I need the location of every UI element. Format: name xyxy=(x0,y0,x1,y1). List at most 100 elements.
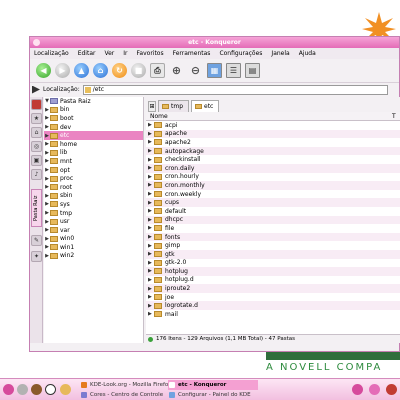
menu-favoritos[interactable]: Favoritos xyxy=(137,50,164,57)
home-folder-icon[interactable] xyxy=(60,384,71,395)
task-firefox[interactable]: KDE-Look.org - Mozilla Firefox xyxy=(80,380,171,390)
tree-item[interactable]: ▶ mnt xyxy=(44,157,143,166)
history-tab-icon[interactable]: ★ xyxy=(31,113,42,124)
zoom-in-icon[interactable]: ⊕ xyxy=(169,63,184,78)
tree-item[interactable]: ▶ root xyxy=(44,183,143,192)
tree-item-label: opt xyxy=(60,166,70,174)
file-row[interactable]: ▶ cron.hourly xyxy=(146,173,400,182)
tree-item[interactable]: ▶ home xyxy=(44,140,143,149)
star-tab-icon[interactable]: ✦ xyxy=(31,251,42,262)
file-row[interactable]: ▶ apache xyxy=(146,129,400,139)
file-row[interactable]: ▶ logrotate.d xyxy=(146,301,400,311)
tray-icon[interactable] xyxy=(352,384,363,395)
kmenu-icon[interactable] xyxy=(3,384,14,395)
menu-configuracoes[interactable]: Configurações xyxy=(219,50,262,57)
bookmarks-tab-icon[interactable] xyxy=(31,99,42,110)
services-tab-icon[interactable]: ♪ xyxy=(31,169,42,180)
tree-item[interactable]: ▶ bin xyxy=(44,106,143,115)
tree-root[interactable]: ▼ Pasta Raiz xyxy=(44,97,143,106)
column-type[interactable]: T xyxy=(392,113,400,120)
menu-ajuda[interactable]: Ajuda xyxy=(299,50,316,57)
tree-item[interactable]: ▶ win0 xyxy=(44,235,143,244)
column-header: Nome T xyxy=(146,112,400,121)
tree-item[interactable]: ▶ var xyxy=(44,226,143,235)
menu-localizacao[interactable]: Localização xyxy=(34,50,69,57)
tux-icon[interactable] xyxy=(45,384,56,395)
tree-item[interactable]: ▶ opt xyxy=(44,166,143,175)
browser-launcher-icon[interactable] xyxy=(31,384,42,395)
file-row[interactable]: ▶ gimp xyxy=(146,241,400,250)
media-tab-icon[interactable]: ✎ xyxy=(31,235,42,246)
tree-item[interactable]: ▶ tmp xyxy=(44,209,143,218)
file-row[interactable]: ▶ cups xyxy=(146,198,400,207)
file-row[interactable]: ▶ gtk-2.0 xyxy=(146,259,400,268)
tab-tmp[interactable]: tmp xyxy=(158,100,190,112)
file-row[interactable]: ▶ cron.weekly xyxy=(146,190,400,199)
tree-item[interactable]: ▶ sys xyxy=(44,200,143,209)
file-row[interactable]: ▶ dhcpc xyxy=(146,215,400,225)
task-konqueror[interactable]: etc - Konqueror xyxy=(168,380,258,390)
file-row[interactable]: ▶ checkinstall xyxy=(146,155,400,164)
file-row[interactable]: ▶ mail xyxy=(146,310,400,318)
file-row[interactable]: ▶ default xyxy=(146,207,400,216)
tree-item[interactable]: ▶ boot xyxy=(44,114,143,123)
file-row[interactable]: ▶ cron.daily xyxy=(146,163,400,173)
tree-item[interactable]: ▶ proc xyxy=(44,174,143,183)
tree-item[interactable]: ▶ win1 xyxy=(44,243,143,252)
show-desktop-icon[interactable] xyxy=(17,384,28,395)
up-button[interactable]: ▲ xyxy=(74,63,89,78)
file-name: apache2 xyxy=(165,138,191,146)
folder-icon xyxy=(154,165,162,172)
print-button[interactable]: ⎙ xyxy=(150,63,165,78)
file-row[interactable]: ▶ apache2 xyxy=(146,138,400,147)
zoom-out-icon[interactable]: ⊖ xyxy=(188,63,203,78)
title-bar[interactable]: etc - Konqueror xyxy=(30,37,399,48)
folder-icon xyxy=(50,141,58,148)
folder-icon xyxy=(154,242,162,249)
tray-icon[interactable] xyxy=(386,384,397,395)
file-row[interactable]: ▶ file xyxy=(146,224,400,233)
folder-icon xyxy=(154,182,162,189)
tree-item[interactable]: ▶ lib xyxy=(44,149,143,158)
location-input[interactable]: /etc xyxy=(82,84,388,95)
forward-button[interactable]: ▶ xyxy=(55,63,70,78)
tray-icon[interactable] xyxy=(369,384,380,395)
home-tab-icon[interactable]: ⌂ xyxy=(31,127,42,138)
menu-ver[interactable]: Ver xyxy=(104,50,114,57)
new-tab-icon[interactable]: ⊞ xyxy=(148,101,156,112)
file-row[interactable]: ▶ fonts xyxy=(146,232,400,242)
menu-janela[interactable]: Janela xyxy=(271,50,289,57)
tree-item[interactable]: ▶ dev xyxy=(44,123,143,132)
menu-ir[interactable]: Ir xyxy=(123,50,127,57)
clear-location-icon[interactable] xyxy=(32,85,40,94)
devices-tab-icon[interactable]: ▣ xyxy=(31,155,42,166)
file-row[interactable]: ▶ joe xyxy=(146,293,400,302)
file-row[interactable]: ▶ hotplug.d xyxy=(146,276,400,285)
list-view-button[interactable]: ☰ xyxy=(226,63,241,78)
icon-view-button[interactable]: ▦ xyxy=(207,63,222,78)
stop-button[interactable]: ■ xyxy=(131,63,146,78)
file-row[interactable]: ▶ hotplug xyxy=(146,267,400,276)
tab-etc[interactable]: etc xyxy=(191,100,220,112)
tree-item[interactable]: ▶ win2 xyxy=(44,252,143,261)
network-tab-icon[interactable]: ◎ xyxy=(31,141,42,152)
task-control-center[interactable]: Cores - Centro de Controle xyxy=(80,390,166,400)
menu-ferramentas[interactable]: Ferramentas xyxy=(173,50,211,57)
home-button[interactable]: ⌂ xyxy=(93,63,108,78)
task-panel-config[interactable]: Configurar - Painel do KDE xyxy=(168,390,258,400)
column-name[interactable]: Nome xyxy=(146,113,392,120)
folder-icon xyxy=(154,285,162,292)
file-row[interactable]: ▶ autopackage xyxy=(146,146,400,156)
menu-editar[interactable]: Editar xyxy=(78,50,96,57)
tree-item[interactable]: ▶ etc xyxy=(44,131,143,140)
file-row[interactable]: ▶ gtk xyxy=(146,249,400,259)
file-row[interactable]: ▶ cron.monthly xyxy=(146,181,400,190)
tree-item[interactable]: ▶ sbin xyxy=(44,192,143,201)
tree-item[interactable]: ▶ usr xyxy=(44,217,143,226)
detail-view-button[interactable]: ▤ xyxy=(245,63,260,78)
sidebar-tab-root[interactable]: Pasta Raiz xyxy=(31,189,42,227)
back-button[interactable]: ◀ xyxy=(36,63,51,78)
file-row[interactable]: ▶ iproute2 xyxy=(146,284,400,293)
reload-button[interactable]: ↻ xyxy=(112,63,127,78)
file-row[interactable]: ▶ acpi xyxy=(146,121,400,130)
